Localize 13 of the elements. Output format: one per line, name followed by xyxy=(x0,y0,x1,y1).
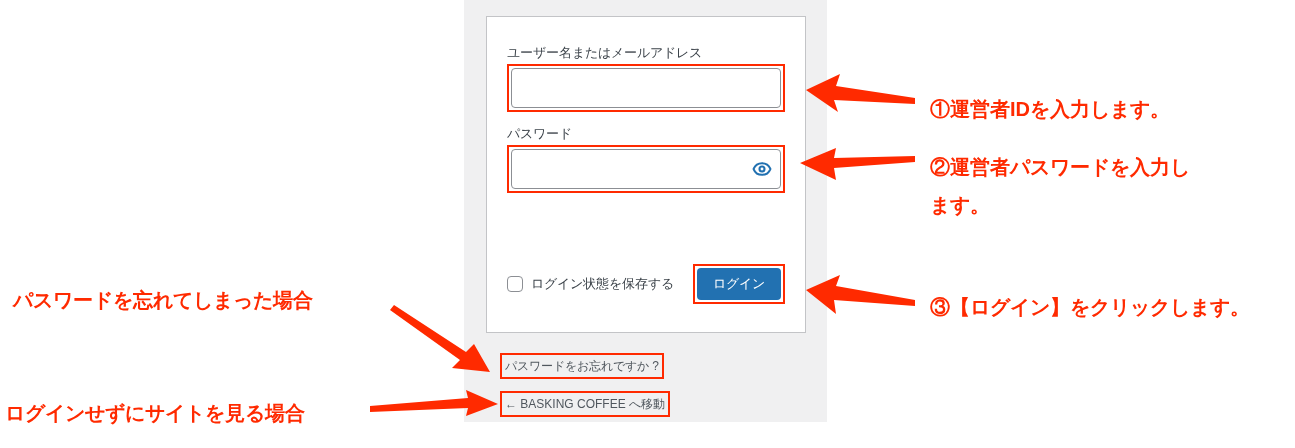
callout-text: ①運営者IDを入力します。 xyxy=(930,97,1171,122)
field-label: ユーザー名またはメールアドレス xyxy=(507,44,703,62)
link[interactable]: パスワードをお忘れですか ? xyxy=(504,357,660,375)
checkbox-label: ログイン状態を保存する xyxy=(531,275,674,294)
login-button[interactable]: ログイン xyxy=(697,268,781,300)
field-label: パスワード xyxy=(507,125,573,143)
callout-text: ③【ログイン】をクリックします。 xyxy=(930,295,1251,320)
callout-text: ログインせずにサイトを見る場合 xyxy=(5,401,306,427)
callout-text: ②運営者パスワードを入力します。 xyxy=(930,155,1191,218)
callout-text: パスワードを忘れてしまった場合 xyxy=(13,288,314,313)
checkbox[interactable] xyxy=(507,276,523,292)
eye-icon[interactable] xyxy=(752,159,772,179)
link[interactable]: ← BASKING COFFEE へ移動 xyxy=(504,395,667,413)
